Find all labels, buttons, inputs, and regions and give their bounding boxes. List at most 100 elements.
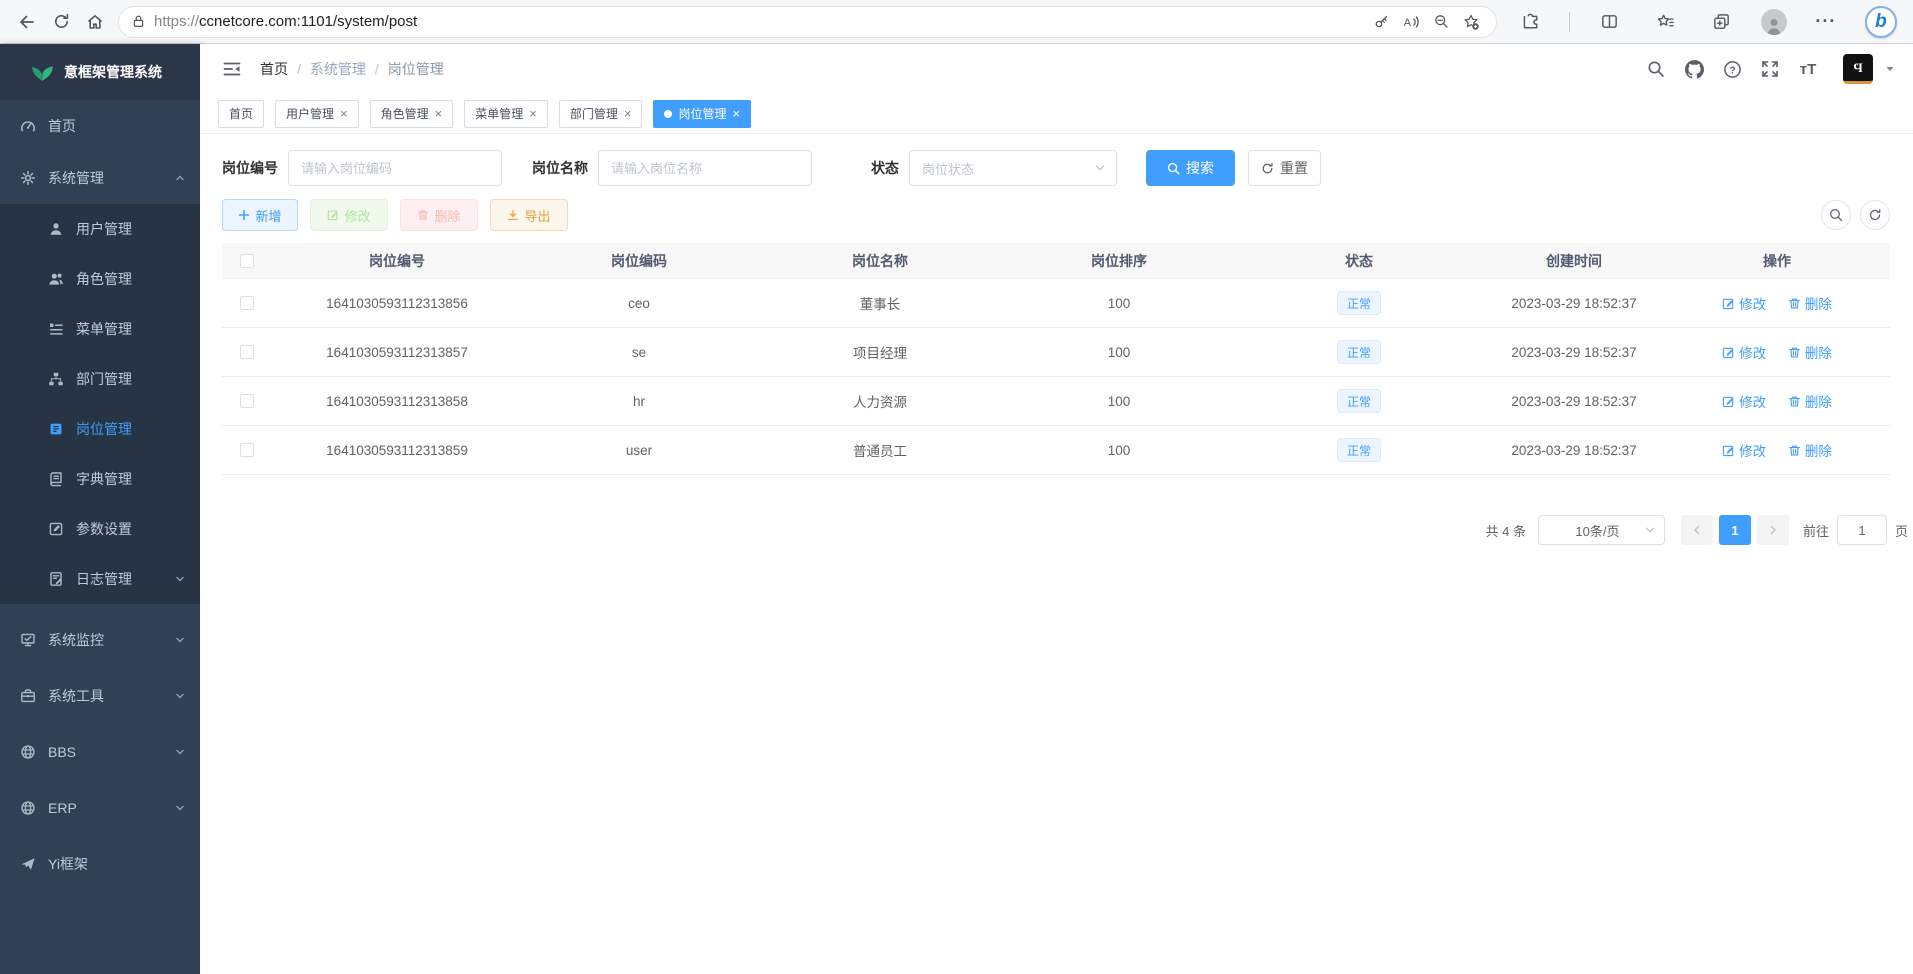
read-aloud-icon[interactable]: A (1396, 7, 1426, 37)
close-icon[interactable]: × (624, 107, 632, 120)
post-code-label: 岗位编号 (222, 158, 278, 178)
sidebar-item-system-tools[interactable]: 系统工具 (0, 668, 200, 724)
trash-icon (1788, 444, 1801, 457)
row-delete-link[interactable]: 删除 (1788, 293, 1832, 313)
add-button[interactable]: 新增 (222, 199, 298, 231)
sidebar-item-label: ERP (48, 800, 162, 816)
system-mgmt-submenu: 用户管理 角色管理 菜单管理 部门管理 岗位管理 字典管理 (0, 204, 200, 604)
split-screen-icon[interactable] (1592, 5, 1626, 39)
prev-page-button[interactable] (1681, 515, 1713, 545)
sidebar-item-label: 系统监控 (48, 630, 162, 650)
users-icon (48, 271, 64, 287)
help-icon[interactable]: ? (1717, 54, 1747, 84)
show-search-toggle-button[interactable] (1821, 200, 1851, 230)
status-select[interactable]: 岗位状态 (909, 150, 1117, 186)
export-button[interactable]: 导出 (490, 199, 568, 231)
sidebar-item-log-mgmt[interactable]: 日志管理 (0, 554, 200, 604)
pagination: 共 4 条 10条/页 1 前往 页 (222, 515, 1908, 545)
close-icon[interactable]: × (340, 107, 348, 120)
row-checkbox[interactable] (240, 345, 254, 359)
sidebar-collapse-icon[interactable] (218, 55, 246, 83)
created-time: 2023-03-29 18:52:37 (1484, 443, 1664, 458)
add-favorite-star-icon[interactable] (1456, 7, 1486, 37)
fullscreen-icon[interactable] (1755, 54, 1785, 84)
search-icon (1829, 208, 1843, 222)
font-size-icon[interactable]: ᴛT (1793, 54, 1823, 84)
collections-icon[interactable] (1705, 5, 1739, 39)
tab-dept-mgmt[interactable]: 部门管理 × (559, 100, 643, 128)
sidebar-item-dict-mgmt[interactable]: 字典管理 (0, 454, 200, 504)
select-all-checkbox[interactable] (240, 254, 254, 268)
browser-refresh-button[interactable] (44, 5, 78, 39)
zoom-out-icon[interactable] (1426, 7, 1456, 37)
edit-button[interactable]: 修改 (310, 199, 388, 231)
row-delete-link[interactable]: 删除 (1788, 342, 1832, 362)
sidebar-item-home[interactable]: 首页 (0, 100, 200, 152)
row-checkbox[interactable] (240, 394, 254, 408)
goto-page-input[interactable] (1837, 515, 1887, 545)
row-checkbox[interactable] (240, 443, 254, 457)
created-time: 2023-03-29 18:52:37 (1484, 345, 1664, 360)
address-bar[interactable]: https://ccnetcore.com:1101/system/post A (118, 6, 1497, 38)
row-edit-link[interactable]: 修改 (1722, 293, 1766, 313)
github-icon[interactable] (1679, 54, 1709, 84)
sidebar-item-dept-mgmt[interactable]: 部门管理 (0, 354, 200, 404)
browser-settings-menu-icon[interactable]: ··· (1809, 5, 1843, 39)
sidebar-item-system-mgmt[interactable]: 系统管理 (0, 152, 200, 204)
row-edit-link[interactable]: 修改 (1722, 440, 1766, 460)
post-code-input[interactable] (288, 150, 502, 186)
sidebar-item-role-mgmt[interactable]: 角色管理 (0, 254, 200, 304)
user-avatar-logo[interactable]: Ϥ (1843, 54, 1873, 84)
page-size-select[interactable]: 10条/页 (1538, 515, 1665, 545)
close-icon[interactable]: × (732, 107, 740, 120)
tab-menu-mgmt[interactable]: 菜单管理 × (464, 100, 548, 128)
close-icon[interactable]: × (529, 107, 537, 120)
browser-home-button[interactable] (78, 5, 112, 39)
browser-back-button[interactable] (10, 5, 44, 39)
row-edit-link[interactable]: 修改 (1722, 391, 1766, 411)
tab-user-mgmt[interactable]: 用户管理 × (275, 100, 359, 128)
sidebar-item-erp[interactable]: ERP (0, 780, 200, 836)
tab-role-mgmt[interactable]: 角色管理 × (370, 100, 454, 128)
gear-icon (20, 170, 36, 186)
browser-profile-avatar[interactable] (1761, 9, 1787, 35)
header-search-icon[interactable] (1641, 54, 1671, 84)
row-delete-link[interactable]: 删除 (1788, 440, 1832, 460)
created-time: 2023-03-29 18:52:37 (1484, 296, 1664, 311)
status-label: 状态 (871, 158, 899, 178)
sidebar-item-menu-mgmt[interactable]: 菜单管理 (0, 304, 200, 354)
sidebar-item-bbs[interactable]: BBS (0, 724, 200, 780)
row-checkbox[interactable] (240, 296, 254, 310)
sidebar-item-label: 菜单管理 (76, 319, 186, 339)
sidebar-item-param-settings[interactable]: 参数设置 (0, 504, 200, 554)
tab-label: 菜单管理 (475, 105, 523, 122)
delete-button[interactable]: 删除 (400, 199, 478, 231)
next-page-button[interactable] (1757, 515, 1789, 545)
extensions-icon[interactable] (1513, 5, 1547, 39)
table-row: 1641030593112313858 hr 人力资源 100 正常 2023-… (222, 377, 1890, 426)
avatar-caret-down-icon[interactable] (1885, 64, 1895, 74)
sidebar-item-yi-framework[interactable]: Yi框架 (0, 836, 200, 892)
app-logo[interactable]: 意框架管理系统 (0, 44, 200, 100)
breadcrumb-home[interactable]: 首页 (260, 59, 288, 79)
tab-post-mgmt[interactable]: 岗位管理 × (653, 100, 751, 128)
sidebar-item-system-monitor[interactable]: 系统监控 (0, 612, 200, 668)
page-number-button[interactable]: 1 (1719, 515, 1751, 545)
close-icon[interactable]: × (435, 107, 443, 120)
table-row: 1641030593112313859 user 普通员工 100 正常 202… (222, 426, 1890, 475)
sidebar-item-user-mgmt[interactable]: 用户管理 (0, 204, 200, 254)
chevron-down-icon (174, 634, 186, 646)
page-size-value: 10条/页 (1551, 521, 1644, 540)
tab-home[interactable]: 首页 (218, 100, 264, 128)
reset-button[interactable]: 重置 (1248, 150, 1321, 186)
row-delete-link[interactable]: 删除 (1788, 391, 1832, 411)
refresh-table-button[interactable] (1860, 200, 1890, 230)
post-name-input[interactable] (598, 150, 812, 186)
bing-copilot-icon[interactable]: b (1865, 6, 1897, 38)
row-edit-link[interactable]: 修改 (1722, 342, 1766, 362)
edit-square-icon (1722, 297, 1735, 310)
favorites-icon[interactable] (1648, 5, 1682, 39)
search-button[interactable]: 搜索 (1146, 150, 1235, 186)
sidebar-item-post-mgmt[interactable]: 岗位管理 (0, 404, 200, 454)
password-key-icon[interactable] (1366, 7, 1396, 37)
